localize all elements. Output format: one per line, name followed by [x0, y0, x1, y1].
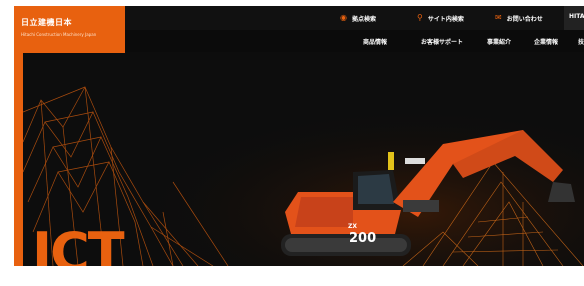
nav-business[interactable]: 事業紹介: [487, 37, 511, 46]
site-logo[interactable]: 日立建機日本 Hitachi Construction Machinery Ja…: [14, 6, 125, 53]
machine-brand-label: ZX: [348, 223, 357, 230]
machine-model-label: 200: [349, 231, 376, 246]
nav-products[interactable]: 商品情報: [363, 37, 387, 46]
mail-icon: ✉: [495, 13, 502, 22]
nav-company[interactable]: 企業情報: [534, 37, 558, 46]
search-icon: ⚲: [417, 13, 423, 22]
hero-headline: ICT: [32, 221, 125, 267]
logo-subtitle: Hitachi Construction Machinery Japan: [21, 32, 97, 37]
nav-more[interactable]: 技: [578, 37, 584, 46]
brand-tab[interactable]: HITA: [564, 6, 584, 30]
nav-support[interactable]: お客様サポート: [421, 37, 463, 46]
site-search-link[interactable]: ⚲ サイト内検索: [417, 12, 464, 24]
contact-link[interactable]: ✉ お問い合わせ: [495, 12, 543, 24]
location-search-label: 拠点検索: [351, 15, 376, 23]
contact-label: お問い合わせ: [506, 15, 543, 23]
location-search-link[interactable]: ◉ 拠点検索: [340, 12, 376, 24]
website-frame: ◉ 拠点検索 ⚲ サイト内検索 ✉ お問い合わせ HITA 商品情報 お客様サポ…: [14, 6, 584, 266]
logo-name: 日立建機日本: [21, 18, 72, 27]
site-search-label: サイト内検索: [427, 15, 464, 23]
person-pin-icon: ◉: [340, 13, 347, 22]
accent-rail: [14, 53, 23, 266]
